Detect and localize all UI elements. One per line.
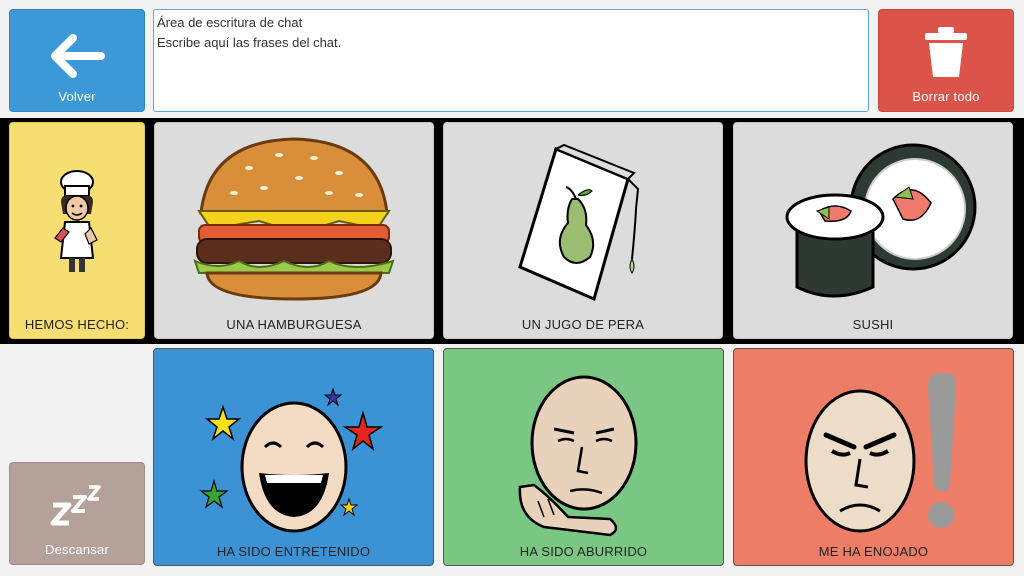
chat-title: Área de escritura de chat xyxy=(157,15,303,30)
arrow-left-icon xyxy=(51,34,105,78)
sleep-zzz-icon xyxy=(50,485,101,526)
aac-board: Volver Área de escritura de chat Escribe… xyxy=(0,0,1024,576)
tile-label: HA SIDO ENTRETENIDO xyxy=(216,544,371,559)
angry-face-icon xyxy=(804,373,956,533)
bored-face-icon xyxy=(518,375,637,537)
tile-label: SUSHI xyxy=(852,317,894,332)
rest-label: Descansar xyxy=(45,542,109,557)
tile-ha-sido-entretenido[interactable]: HA SIDO ENTRETENIDO xyxy=(153,348,434,566)
pear-juice-icon xyxy=(518,143,640,302)
tile-label: HA SIDO ABURRIDO xyxy=(519,544,648,559)
clear-all-button[interactable]: Borrar todo xyxy=(878,9,1014,112)
subject-label: HEMOS HECHO: xyxy=(24,317,130,332)
subject-tile-hemos-hecho[interactable]: HEMOS HECHO: xyxy=(9,122,145,339)
back-label: Volver xyxy=(58,89,96,104)
hamburger-icon xyxy=(193,137,395,301)
sushi-icon xyxy=(785,143,977,298)
tile-label: UN JUGO DE PERA xyxy=(521,317,645,332)
back-button[interactable]: Volver xyxy=(9,9,145,112)
trash-icon xyxy=(925,27,967,77)
tile-hamburguesa[interactable]: UNA HAMBURGUESA xyxy=(154,122,434,339)
tile-label: ME HA ENOJADO xyxy=(818,544,929,559)
tile-me-ha-enojado[interactable]: ME HA ENOJADO xyxy=(733,348,1014,566)
laughing-face-icon xyxy=(198,387,383,533)
clear-all-label: Borrar todo xyxy=(912,89,980,104)
chat-placeholder: Escribe aquí las frases del chat. xyxy=(157,35,342,50)
chef-icon xyxy=(54,170,98,272)
tile-jugo-de-pera[interactable]: UN JUGO DE PERA xyxy=(443,122,723,339)
tile-ha-sido-aburrido[interactable]: HA SIDO ABURRIDO xyxy=(443,348,724,566)
chat-text-area[interactable]: Área de escritura de chat Escribe aquí l… xyxy=(153,9,869,112)
tile-label: UNA HAMBURGUESA xyxy=(226,317,362,332)
tile-sushi[interactable]: SUSHI xyxy=(733,122,1013,339)
rest-button[interactable]: Descansar xyxy=(9,462,145,565)
